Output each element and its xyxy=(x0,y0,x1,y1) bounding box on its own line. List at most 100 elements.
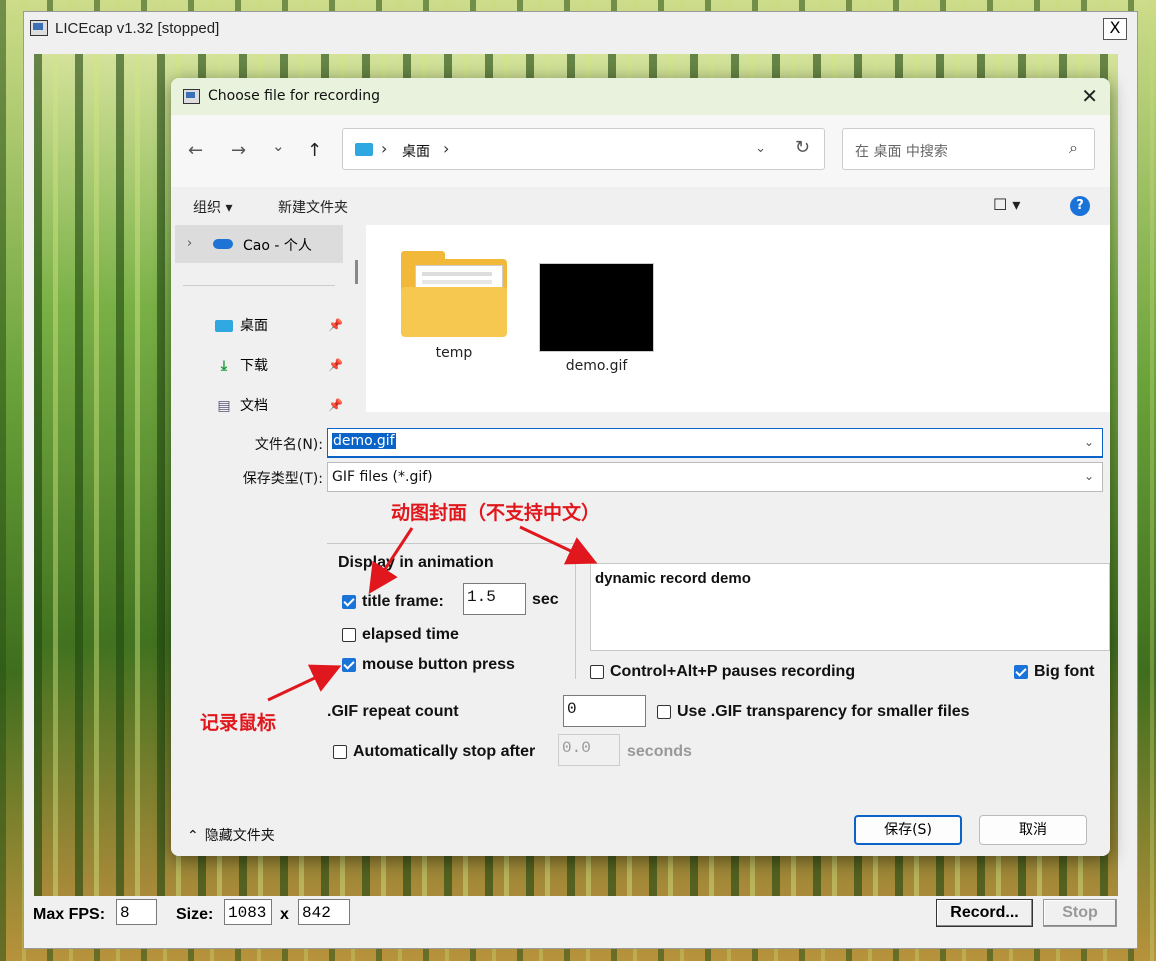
sec-label: sec xyxy=(532,591,559,608)
pin-icon[interactable]: 📌 xyxy=(328,358,343,372)
hide-folders-label: 隐藏文件夹 xyxy=(204,828,275,844)
title-frame-checkbox[interactable]: title frame: xyxy=(342,593,444,611)
help-icon[interactable]: ? xyxy=(1070,196,1090,216)
file-name: demo.gif xyxy=(565,358,628,374)
breadcrumb-desktop[interactable]: 桌面 xyxy=(402,141,430,161)
file-list: temp demo.gif xyxy=(366,225,1110,412)
navigation-bar: ← → ⌄ ↑ › 桌面 › ⌄ ↻ 在 桌面 中搜索 ⌕ xyxy=(171,115,1110,187)
big-font-checkbox[interactable]: Big font xyxy=(1014,663,1094,681)
up-arrow-icon[interactable]: ↑ xyxy=(307,140,322,161)
dialog-close-button[interactable]: ✕ xyxy=(1081,84,1098,108)
title-frame-label: title frame: xyxy=(362,593,444,610)
annotation-cover-text: 动图封面（不支持中文） xyxy=(391,502,601,524)
forward-arrow-icon[interactable]: → xyxy=(231,140,246,161)
search-placeholder: 在 桌面 中搜索 xyxy=(855,144,948,160)
file-item-gif[interactable]: demo.gif xyxy=(539,263,654,374)
mouse-button-press-checkbox[interactable]: mouse button press xyxy=(342,656,515,674)
sidebar-item-desktop[interactable]: 桌面 xyxy=(214,315,268,335)
title-frame-seconds-input[interactable]: 1.5 xyxy=(463,583,526,615)
big-font-label: Big font xyxy=(1034,663,1095,680)
stop-button[interactable]: Stop xyxy=(1043,899,1117,927)
sidebar-scrollbar[interactable] xyxy=(355,260,358,284)
licecap-titlebar: LICEcap v1.32 [stopped] xyxy=(24,12,1137,44)
auto-stop-label: Automatically stop after xyxy=(353,743,536,760)
command-bar: 组织 ▾ 新建文件夹 ☐ ▾ ? xyxy=(171,187,1110,225)
licecap-close-button[interactable]: X xyxy=(1103,18,1127,40)
record-button[interactable]: Record... xyxy=(936,899,1033,927)
dialog-footer: ⌃ 隐藏文件夹 保存(S) 取消 xyxy=(171,790,1110,856)
width-input[interactable]: 1083 xyxy=(224,899,272,925)
desktop-folder-icon xyxy=(355,143,373,156)
max-fps-label: Max FPS: xyxy=(33,906,106,923)
cancel-button[interactable]: 取消 xyxy=(979,815,1087,845)
filetype-label: 保存类型(T): xyxy=(242,471,323,487)
filename-value: demo.gif xyxy=(332,433,396,449)
checkbox-checked-icon[interactable] xyxy=(342,595,356,609)
new-folder-button[interactable]: 新建文件夹 xyxy=(278,197,348,217)
repeat-count-input[interactable]: 0 xyxy=(563,695,646,727)
chevron-down-icon[interactable]: ⌄ xyxy=(1084,435,1094,449)
search-box[interactable]: 在 桌面 中搜索 ⌕ xyxy=(842,128,1095,170)
licecap-title: LICEcap v1.32 [stopped] xyxy=(55,19,220,37)
filename-input[interactable]: demo.gif ⌄ xyxy=(327,428,1103,458)
annotation-mouse-text: 记录鼠标 xyxy=(200,712,277,734)
seconds-label: seconds xyxy=(627,743,692,760)
back-arrow-icon[interactable]: ← xyxy=(188,140,203,161)
filename-label: 文件名(N): xyxy=(254,437,323,453)
chevron-right-icon[interactable]: › xyxy=(187,236,192,251)
chevron-down-icon[interactable]: ⌄ xyxy=(1084,469,1094,483)
dialog-titlebar: Choose file for recording ✕ xyxy=(171,78,1110,115)
sidebar-item-label: 桌面 xyxy=(240,318,268,334)
checkbox-checked-icon[interactable] xyxy=(1014,665,1028,679)
save-file-dialog: Choose file for recording ✕ ← → ⌄ ↑ › 桌面… xyxy=(171,78,1110,856)
licecap-bottom-bar: Max FPS: 8 Size: 1083 x 842 Record... St… xyxy=(24,899,1137,938)
address-bar[interactable]: › 桌面 › ⌄ ↻ xyxy=(342,128,825,170)
save-button[interactable]: 保存(S) xyxy=(854,815,962,845)
size-times-label: x xyxy=(280,906,289,923)
file-name: temp xyxy=(435,345,473,361)
max-fps-input[interactable]: 8 xyxy=(116,899,157,925)
auto-stop-checkbox[interactable]: Automatically stop after xyxy=(333,743,535,761)
checkbox-icon[interactable] xyxy=(590,665,604,679)
dialog-app-icon xyxy=(183,89,200,104)
title-text-area[interactable]: dynamic record demo xyxy=(590,563,1110,651)
sidebar-item-label: 下载 xyxy=(240,358,268,374)
file-item-folder[interactable]: temp xyxy=(401,251,507,361)
filetype-select[interactable]: GIF files (*.gif) ⌄ xyxy=(327,462,1103,492)
sidebar-item-onedrive[interactable]: › Cao - 个人 xyxy=(175,225,343,263)
pause-shortcut-label: Control+Alt+P pauses recording xyxy=(610,663,856,680)
group-title: Display in animation xyxy=(335,554,497,572)
checkbox-icon[interactable] xyxy=(333,745,347,759)
desktop-icon xyxy=(214,318,234,334)
elapsed-time-checkbox[interactable]: elapsed time xyxy=(342,626,459,644)
breadcrumb-separator: › xyxy=(381,139,388,158)
pin-icon[interactable]: 📌 xyxy=(328,398,343,412)
address-dropdown-icon[interactable]: ⌄ xyxy=(755,141,766,156)
checkbox-icon[interactable] xyxy=(342,628,356,642)
sidebar-item-downloads[interactable]: ⤓ 下载 xyxy=(214,355,268,375)
elapsed-time-label: elapsed time xyxy=(362,626,459,643)
pin-icon[interactable]: 📌 xyxy=(328,318,343,332)
search-icon[interactable]: ⌕ xyxy=(1069,138,1078,158)
checkbox-icon[interactable] xyxy=(657,705,671,719)
navigation-pane: › Cao - 个人 桌面 📌 ⤓ 下载 📌 ▤ 文档 📌 xyxy=(171,225,359,414)
filetype-value: GIF files (*.gif) xyxy=(332,469,433,485)
pause-shortcut-checkbox[interactable]: Control+Alt+P pauses recording xyxy=(590,663,855,681)
size-label: Size: xyxy=(176,906,214,923)
gif-thumbnail xyxy=(539,263,654,352)
recent-locations-chevron-icon[interactable]: ⌄ xyxy=(272,137,285,155)
organize-menu-button[interactable]: 组织 ▾ xyxy=(193,197,232,217)
checkbox-checked-icon[interactable] xyxy=(342,658,356,672)
height-input[interactable]: 842 xyxy=(298,899,350,925)
hide-folders-toggle[interactable]: ⌃ 隐藏文件夹 xyxy=(187,825,275,845)
transparency-label: Use .GIF transparency for smaller files xyxy=(677,703,970,720)
transparency-checkbox[interactable]: Use .GIF transparency for smaller files xyxy=(657,703,970,721)
breadcrumb-separator-end[interactable]: › xyxy=(443,139,449,158)
auto-stop-seconds-input[interactable]: 0.0 xyxy=(558,734,620,766)
download-icon: ⤓ xyxy=(220,358,228,374)
refresh-icon[interactable]: ↻ xyxy=(795,137,810,158)
cloud-icon xyxy=(213,239,233,249)
mouse-button-press-label: mouse button press xyxy=(362,656,515,673)
view-options-button[interactable]: ☐ ▾ xyxy=(993,195,1020,214)
dialog-title: Choose file for recording xyxy=(208,88,380,104)
